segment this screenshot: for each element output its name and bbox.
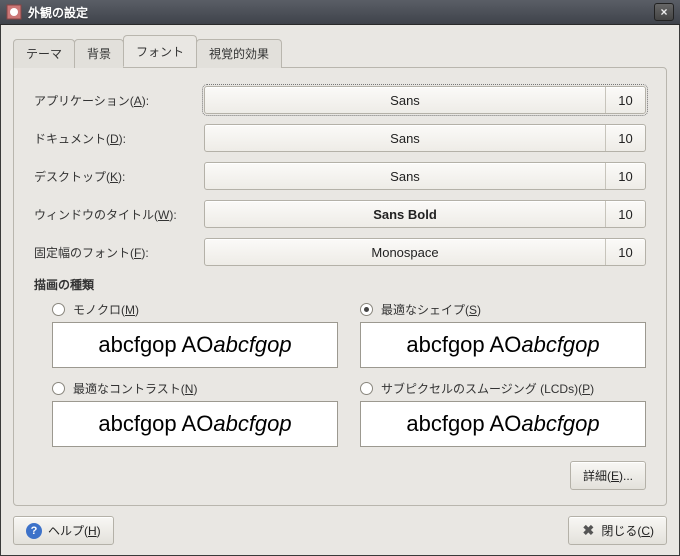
radio-best-contrast[interactable]: [52, 382, 65, 395]
render-option-best-contrast: 最適なコントラスト(N) abcfgop AO abcfgop: [52, 380, 338, 457]
window-title: 外観の設定: [28, 4, 654, 21]
font-name: Monospace: [205, 239, 605, 265]
font-chooser-monospace[interactable]: Monospace 10: [204, 238, 646, 266]
close-icon: ✖: [581, 524, 595, 538]
radio-monochrome[interactable]: [52, 303, 65, 316]
font-chooser-desktop[interactable]: Sans 10: [204, 162, 646, 190]
render-option-subpixel: サブピクセルのスムージング (LCDs)(P) abcfgop AO abcfg…: [360, 380, 646, 457]
radio-subpixel[interactable]: [360, 382, 373, 395]
font-chooser-application[interactable]: Sans 10: [204, 86, 646, 114]
radio-row-monochrome[interactable]: モノクロ(M): [52, 301, 338, 318]
help-button[interactable]: ? ヘルプ(H): [13, 516, 114, 545]
font-name: Sans: [205, 125, 605, 151]
render-option-monochrome: モノクロ(M) abcfgop AO abcfgop: [52, 301, 338, 378]
font-row-application: アプリケーション(A): Sans 10: [34, 86, 646, 114]
window-close-button[interactable]: ×: [654, 3, 674, 21]
sample-subpixel: abcfgop AO abcfgop: [360, 401, 646, 447]
details-row: 詳細(E)...: [34, 461, 646, 490]
app-icon: [6, 4, 22, 20]
font-size: 10: [605, 87, 645, 113]
font-name: Sans: [205, 87, 605, 113]
titlebar: 外観の設定 ×: [0, 0, 680, 25]
font-row-monospace: 固定幅のフォント(F): Monospace 10: [34, 238, 646, 266]
radio-row-best-shapes[interactable]: 最適なシェイプ(S): [360, 301, 646, 318]
font-name: Sans: [205, 163, 605, 189]
font-row-document: ドキュメント(D): Sans 10: [34, 124, 646, 152]
font-size: 10: [605, 201, 645, 227]
render-option-best-shapes: 最適なシェイプ(S) abcfgop AO abcfgop: [360, 301, 646, 378]
tab-font[interactable]: フォント: [123, 35, 197, 67]
font-size: 10: [605, 163, 645, 189]
sample-best-shapes: abcfgop AO abcfgop: [360, 322, 646, 368]
rendering-heading: 描画の種類: [34, 276, 646, 293]
font-size: 10: [605, 125, 645, 151]
details-button[interactable]: 詳細(E)...: [570, 461, 646, 490]
tab-theme[interactable]: テーマ: [13, 39, 75, 68]
sample-monochrome: abcfgop AO abcfgop: [52, 322, 338, 368]
tab-visual-effects[interactable]: 視覚的効果: [196, 39, 282, 68]
font-chooser-document[interactable]: Sans 10: [204, 124, 646, 152]
help-icon: ?: [26, 523, 42, 539]
font-name: Sans Bold: [205, 201, 605, 227]
sample-best-contrast: abcfgop AO abcfgop: [52, 401, 338, 447]
radio-row-subpixel[interactable]: サブピクセルのスムージング (LCDs)(P): [360, 380, 646, 397]
radio-best-shapes[interactable]: [360, 303, 373, 316]
font-size: 10: [605, 239, 645, 265]
font-chooser-window-title[interactable]: Sans Bold 10: [204, 200, 646, 228]
font-label-desktop: デスクトップ(K):: [34, 168, 204, 185]
font-label-monospace: 固定幅のフォント(F):: [34, 244, 204, 261]
tab-background[interactable]: 背景: [74, 39, 124, 68]
font-row-window-title: ウィンドウのタイトル(W): Sans Bold 10: [34, 200, 646, 228]
window-body: テーマ 背景 フォント 視覚的効果 アプリケーション(A): Sans 10 ド…: [0, 25, 680, 556]
font-label-document: ドキュメント(D):: [34, 130, 204, 147]
font-row-desktop: デスクトップ(K): Sans 10: [34, 162, 646, 190]
rendering-options: モノクロ(M) abcfgop AO abcfgop 最適なシェイプ(S) ab…: [52, 301, 646, 457]
tabstrip: テーマ 背景 フォント 視覚的効果: [13, 35, 667, 67]
tabpanel-font: アプリケーション(A): Sans 10 ドキュメント(D): Sans 10 …: [13, 67, 667, 506]
close-button[interactable]: ✖ 閉じる(C): [568, 516, 667, 545]
font-label-application: アプリケーション(A):: [34, 92, 204, 109]
font-label-window-title: ウィンドウのタイトル(W):: [34, 206, 204, 223]
radio-row-best-contrast[interactable]: 最適なコントラスト(N): [52, 380, 338, 397]
footer: ? ヘルプ(H) ✖ 閉じる(C): [13, 516, 667, 545]
